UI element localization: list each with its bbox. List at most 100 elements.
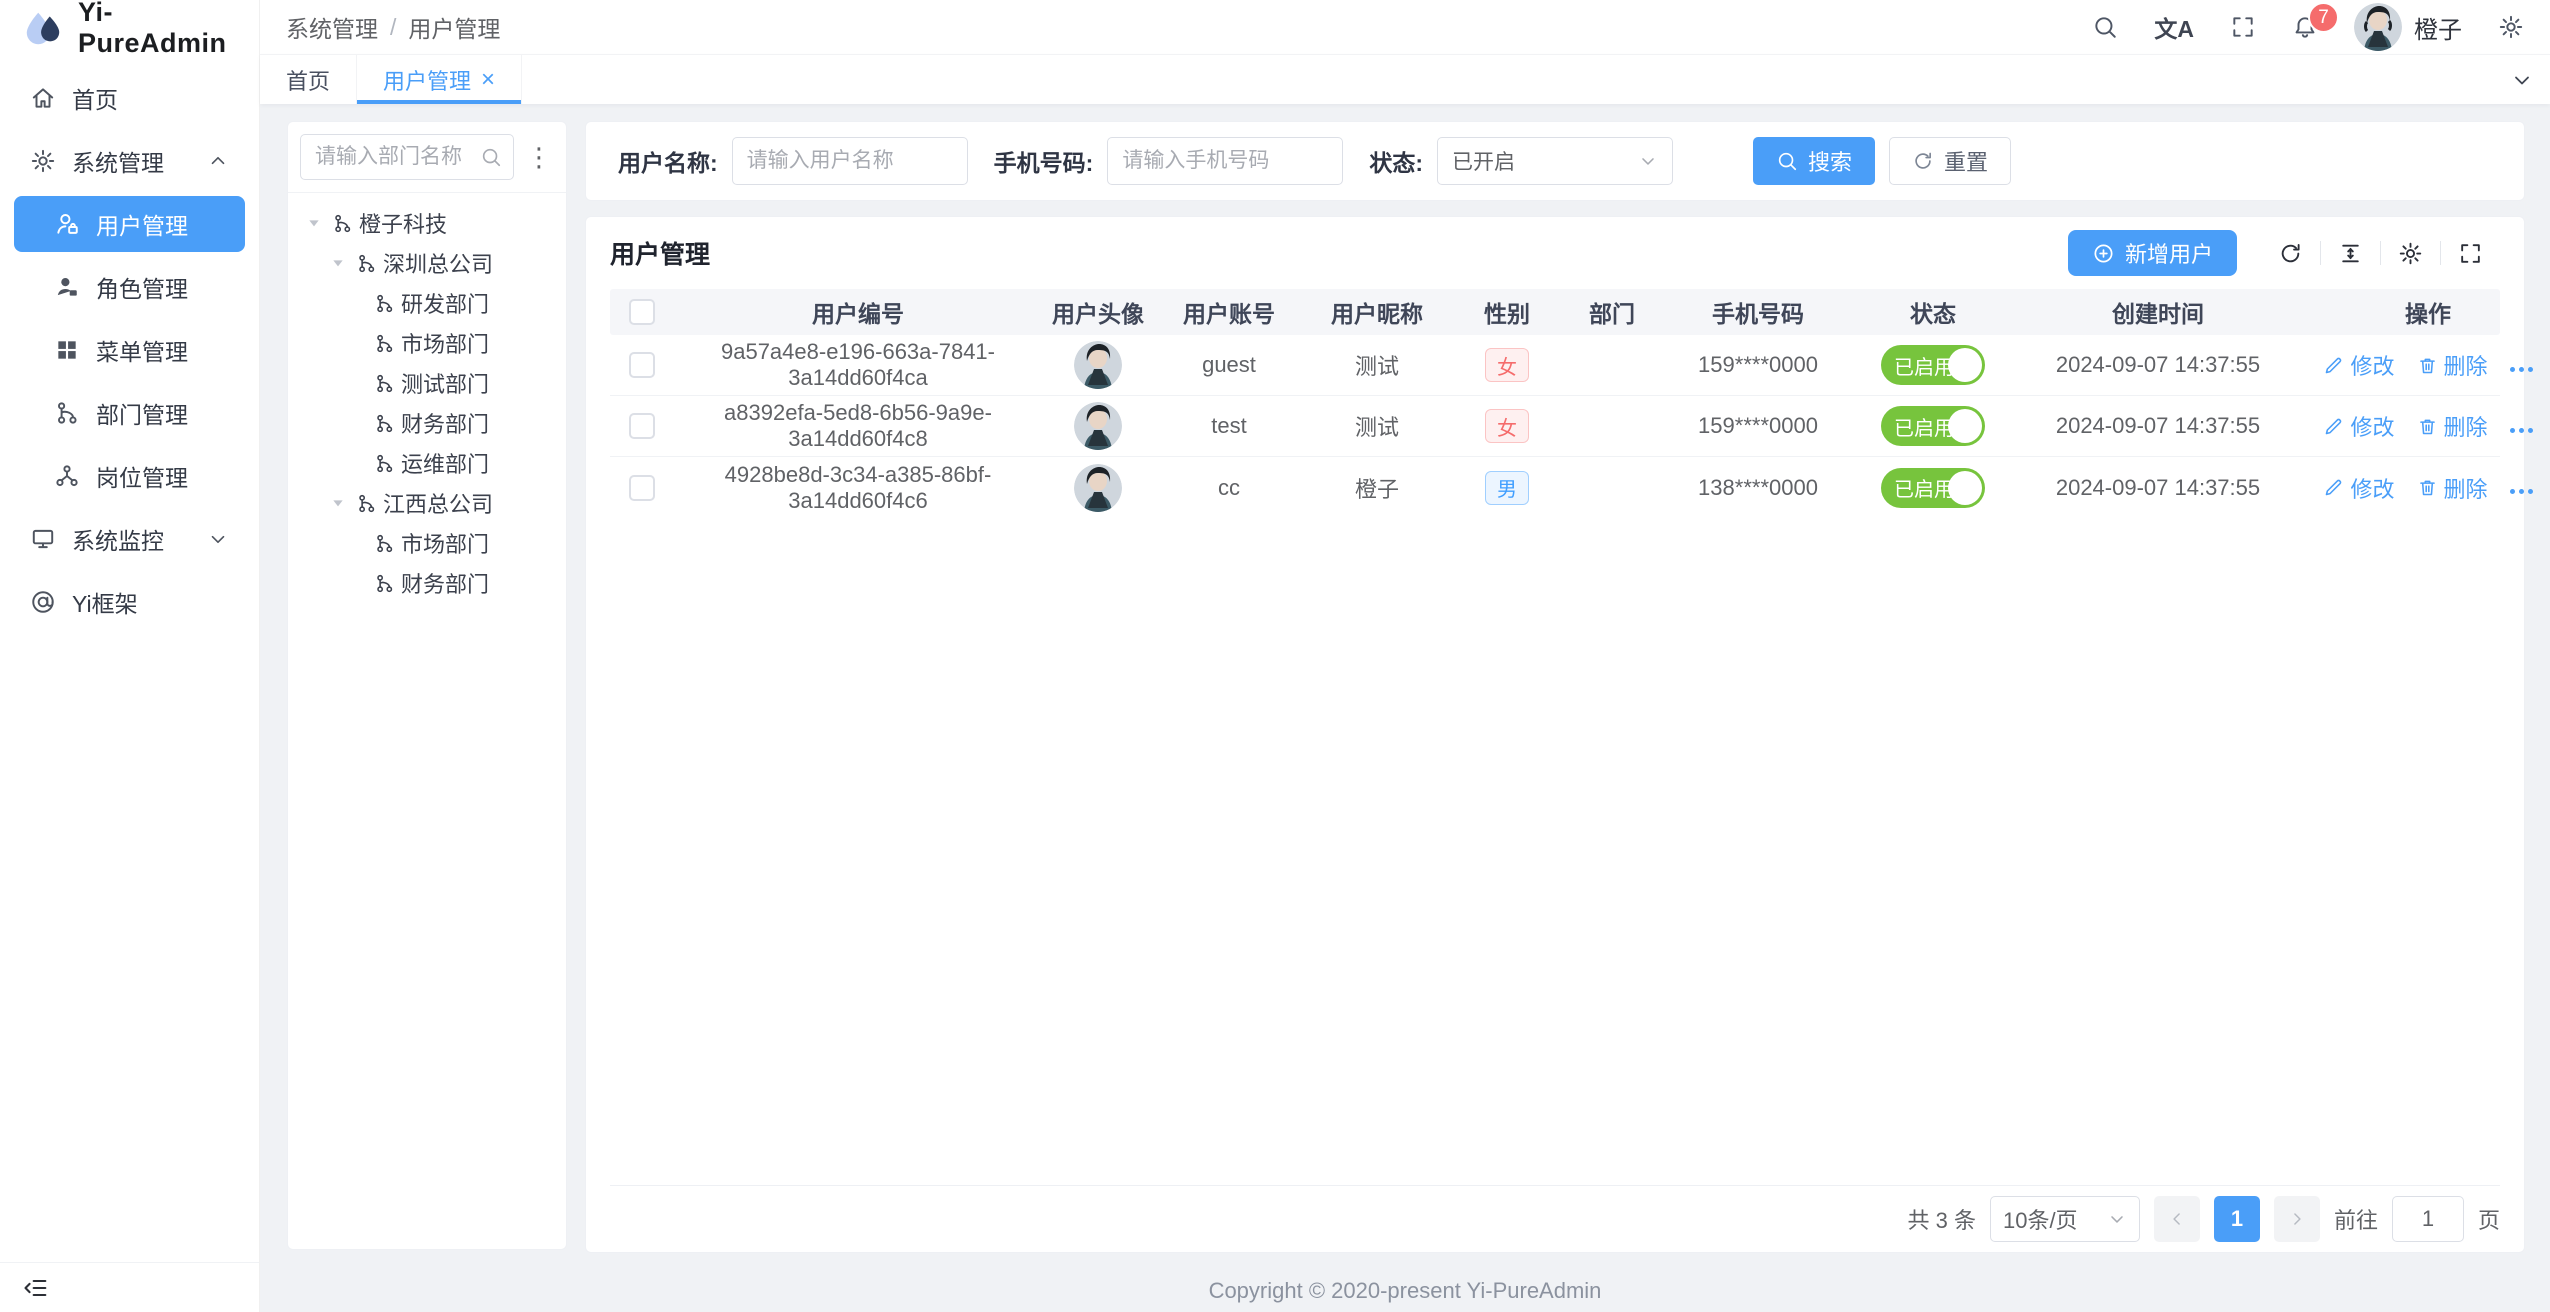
- role-icon: [54, 274, 80, 300]
- user-avatar: [1074, 341, 1122, 389]
- user-table: 用户编号 用户头像 用户账号 用户昵称 性别 部门 手机号码 状态 创建时间 操…: [610, 289, 2500, 1186]
- caret-down-icon[interactable]: [326, 255, 350, 271]
- density-icon[interactable]: [2321, 241, 2380, 266]
- table-fullscreen-icon[interactable]: [2441, 241, 2500, 266]
- status-select[interactable]: 已开启: [1437, 137, 1673, 185]
- page-number-current[interactable]: 1: [2214, 1196, 2260, 1242]
- sidebar-menu: 首页 系统管理 用户管理 角色管理 菜单管理 部门管理: [0, 56, 259, 1262]
- toggle-knob: [1948, 471, 1982, 505]
- caret-down-icon[interactable]: [302, 215, 326, 231]
- delete-button[interactable]: 删除: [2417, 349, 2488, 381]
- toggle-knob: [1948, 348, 1982, 382]
- row-checkbox[interactable]: [629, 475, 655, 501]
- more-actions-icon[interactable]: [2510, 359, 2533, 372]
- user-id: 4928be8d-3c34-a385-86bf-3a14dd60f4c6: [674, 462, 1042, 514]
- column-settings-gear-icon[interactable]: [2381, 241, 2440, 266]
- breadcrumb-item[interactable]: 系统管理: [286, 10, 378, 44]
- tab-home[interactable]: 首页: [260, 55, 357, 104]
- caret-down-icon[interactable]: [326, 495, 350, 511]
- tree-node[interactable]: 研发部门: [294, 283, 560, 323]
- tree-node-label: 深圳总公司: [383, 247, 493, 279]
- select-all-checkbox[interactable]: [629, 299, 655, 325]
- more-actions-icon[interactable]: [2510, 420, 2533, 433]
- sidebar-item-depts[interactable]: 部门管理: [14, 385, 245, 441]
- next-page-button[interactable]: [2274, 1196, 2320, 1242]
- column-header: 用户头像: [1042, 295, 1154, 329]
- tab-user-management[interactable]: 用户管理 ×: [357, 55, 522, 104]
- collapse-sidebar-icon[interactable]: [22, 1274, 50, 1302]
- phone-filter-input[interactable]: [1107, 137, 1343, 185]
- tree-node[interactable]: 财务部门: [294, 563, 560, 603]
- fullscreen-icon[interactable]: [2230, 14, 2256, 40]
- more-actions-icon[interactable]: [2510, 481, 2533, 494]
- tree-node[interactable]: 橙子科技: [294, 203, 560, 243]
- branch-icon: [356, 253, 377, 274]
- delete-button[interactable]: 删除: [2417, 472, 2488, 504]
- branch-icon: [374, 373, 395, 394]
- tree-node[interactable]: 市场部门: [294, 523, 560, 563]
- sidebar-item-monitor[interactable]: 系统监控: [14, 511, 245, 567]
- settings-gear-icon[interactable]: [2498, 14, 2524, 40]
- sidebar-item-framework[interactable]: Yi框架: [14, 574, 245, 630]
- search-icon: [1776, 150, 1798, 172]
- sidebar-item-label: 部门管理: [96, 396, 188, 430]
- sidebar-item-system[interactable]: 系统管理: [14, 133, 245, 189]
- status-toggle-label: 已启用: [1881, 351, 1954, 380]
- branch-icon: [332, 213, 353, 234]
- goto-page-input[interactable]: [2392, 1196, 2464, 1242]
- edit-button[interactable]: 修改: [2323, 472, 2394, 504]
- copyright-text: Copyright © 2020-present Yi-PureAdmin: [1209, 1278, 1602, 1304]
- tree-node[interactable]: 市场部门: [294, 323, 560, 363]
- search-icon[interactable]: [2092, 14, 2118, 40]
- sidebar-item-users[interactable]: 用户管理: [14, 196, 245, 252]
- edit-button[interactable]: 修改: [2323, 349, 2394, 381]
- add-user-button[interactable]: 新增用户: [2068, 230, 2237, 276]
- notification-bell-icon[interactable]: 7: [2292, 14, 2318, 40]
- app-title: Yi-PureAdmin: [78, 0, 259, 59]
- branch-icon: [374, 333, 395, 354]
- sidebar-item-label: 用户管理: [96, 207, 188, 241]
- status-toggle[interactable]: 已启用: [1881, 345, 1985, 385]
- sidebar-item-roles[interactable]: 角色管理: [14, 259, 245, 315]
- user-id: a8392efa-5ed8-6b56-9a9e-3a14dd60f4c8: [674, 400, 1042, 452]
- username-filter-input[interactable]: [732, 137, 968, 185]
- tree-node[interactable]: 测试部门: [294, 363, 560, 403]
- column-header[interactable]: 用户编号: [674, 295, 1042, 329]
- status-toggle[interactable]: 已启用: [1881, 406, 1985, 446]
- user-nickname: 测试: [1304, 349, 1450, 381]
- tree-node[interactable]: 运维部门: [294, 443, 560, 483]
- edit-button[interactable]: 修改: [2323, 410, 2394, 442]
- sidebar-item-home[interactable]: 首页: [14, 70, 245, 126]
- search-button[interactable]: 搜索: [1753, 137, 1875, 185]
- tree-node[interactable]: 江西总公司: [294, 483, 560, 523]
- chevron-left-icon: [2167, 1209, 2187, 1229]
- status-toggle[interactable]: 已启用: [1881, 468, 1985, 508]
- plus-circle-icon: [2092, 242, 2115, 265]
- tab-close-icon[interactable]: ×: [481, 68, 495, 92]
- tab-menu-chevron-icon[interactable]: [2494, 55, 2550, 104]
- branch-icon: [374, 453, 395, 474]
- page-size-select[interactable]: 10条/页: [1990, 1196, 2140, 1242]
- delete-button[interactable]: 删除: [2417, 410, 2488, 442]
- header-actions: 文A 7 橙子: [2092, 3, 2524, 51]
- refresh-icon[interactable]: [2261, 241, 2320, 266]
- user-menu[interactable]: 橙子: [2354, 3, 2462, 51]
- sidebar-item-posts[interactable]: 岗位管理: [14, 448, 245, 504]
- sidebar-item-label: 菜单管理: [96, 333, 188, 367]
- table-card-title: 用户管理: [610, 235, 710, 271]
- reset-button[interactable]: 重置: [1889, 137, 2011, 185]
- tree-node[interactable]: 财务部门: [294, 403, 560, 443]
- tree-more-kebab-icon[interactable]: ⋮: [522, 144, 556, 170]
- translate-icon[interactable]: 文A: [2154, 10, 2194, 44]
- app-root: Yi-PureAdmin 首页 系统管理 用户管理 角色管理: [0, 0, 2550, 1312]
- pencil-icon: [2323, 477, 2344, 498]
- row-checkbox[interactable]: [629, 352, 655, 378]
- tree-node-label: 江西总公司: [383, 487, 493, 519]
- table-row: 4928be8d-3c34-a385-86bf-3a14dd60f4c6 cc …: [610, 457, 2500, 518]
- tree-node[interactable]: 深圳总公司: [294, 243, 560, 283]
- sidebar-item-menus[interactable]: 菜单管理: [14, 322, 245, 378]
- prev-page-button[interactable]: [2154, 1196, 2200, 1242]
- row-checkbox[interactable]: [629, 413, 655, 439]
- search-button-label: 搜索: [1808, 145, 1852, 177]
- status-toggle-label: 已启用: [1881, 412, 1954, 441]
